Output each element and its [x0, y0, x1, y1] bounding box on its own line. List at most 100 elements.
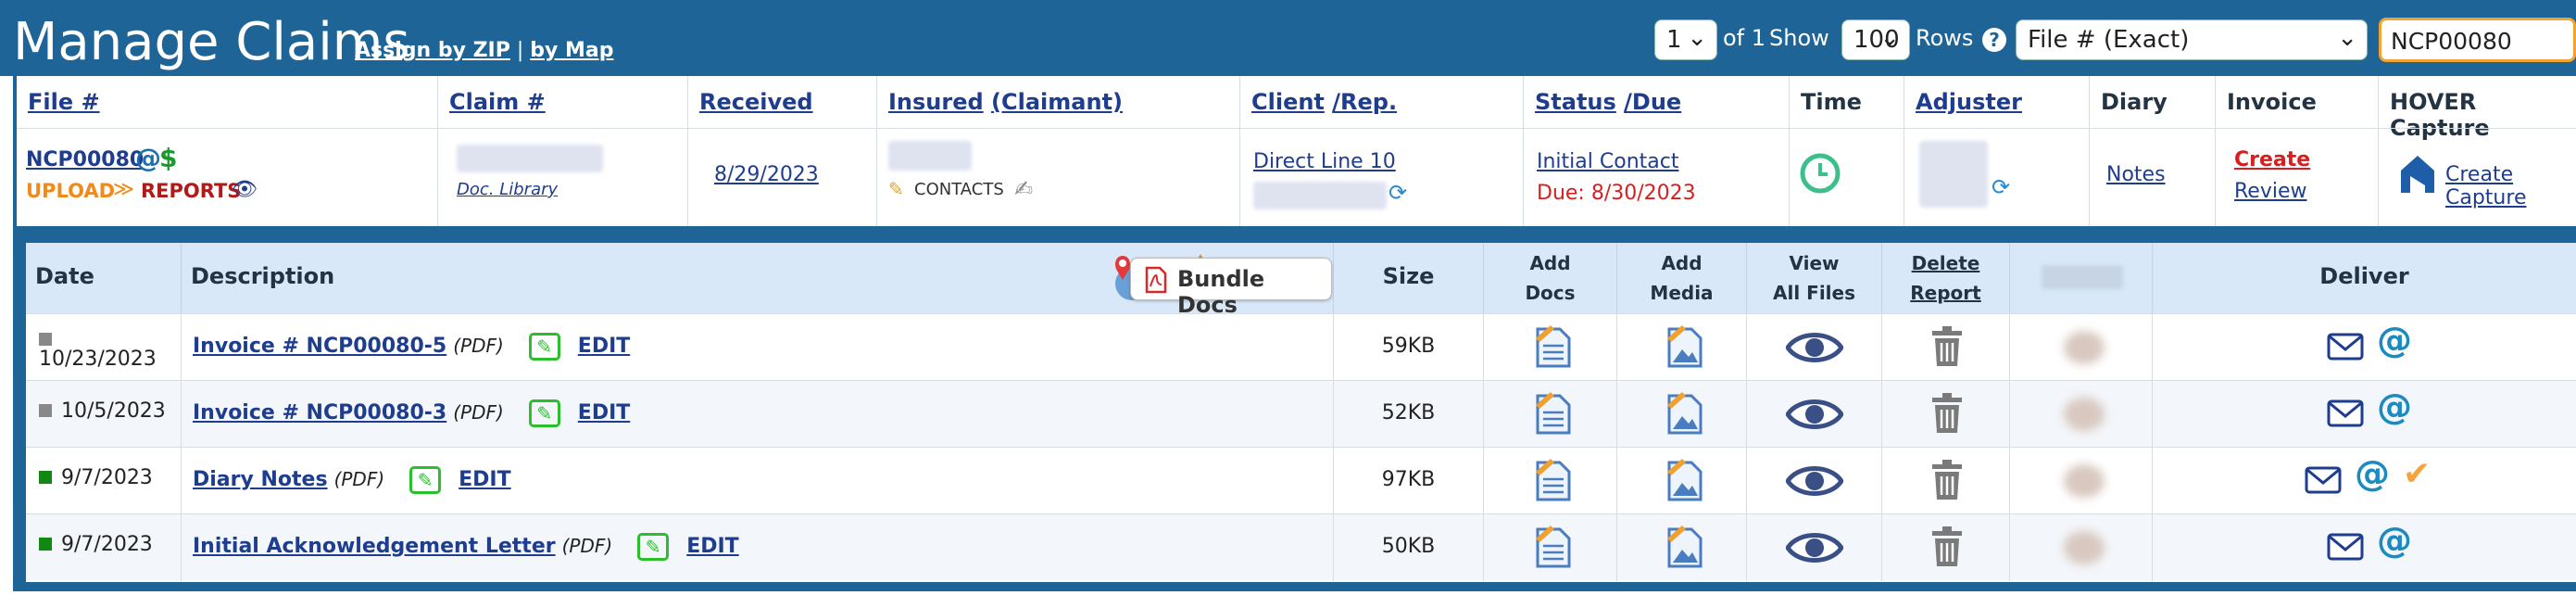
client-link[interactable]: Direct Line 10	[1253, 150, 1396, 173]
edit-icon[interactable]: ✎	[528, 399, 560, 427]
search-mode-select[interactable]: File # (Exact) ⌄	[2016, 19, 2368, 60]
trash-icon[interactable]	[1930, 392, 1964, 435]
delete-line1: Delete	[1911, 252, 1980, 274]
col-insured[interactable]: Insured (Claimant)	[877, 76, 1240, 128]
email-envelope-icon[interactable]	[2327, 533, 2364, 561]
col-claim[interactable]: Claim #	[438, 76, 688, 128]
file-number-link[interactable]: NCP00080	[26, 148, 144, 171]
pencil-icon[interactable]: ✎	[888, 178, 904, 200]
col-status-link[interactable]: Status	[1535, 89, 1616, 115]
claims-table: File # Claim # Received Insured (Claiman…	[13, 76, 2576, 226]
delete-cell	[1882, 514, 2010, 581]
edit-icon[interactable]: ✎	[528, 333, 560, 361]
eye-slash-icon[interactable]: 👁	[232, 178, 258, 201]
eye-icon[interactable]	[1786, 329, 1843, 366]
client-cell: Direct Line 10 ⟳	[1240, 128, 1524, 226]
col-received-link[interactable]: Received	[699, 89, 813, 115]
email-envelope-icon[interactable]	[2327, 399, 2364, 427]
doc-library-link[interactable]: Doc. Library	[457, 180, 558, 199]
col-client-link[interactable]: Client	[1251, 89, 1325, 115]
upload-link[interactable]: UPLOAD	[26, 180, 115, 202]
assign-by-zip-link[interactable]: Assign by ZIP	[355, 39, 510, 62]
diary-notes-link[interactable]: Notes	[2106, 163, 2166, 186]
email-at-icon[interactable]: @	[2377, 520, 2412, 561]
edit-icon[interactable]: ✎	[637, 533, 670, 561]
status-link[interactable]: Initial Contact	[1537, 150, 1678, 173]
doc-link[interactable]: Invoice # NCP00080-3	[193, 401, 446, 424]
contacts-link[interactable]: CONTACTS	[914, 180, 1004, 199]
edit-link[interactable]: EDIT	[578, 401, 630, 424]
add-media-icon[interactable]	[1664, 457, 1704, 503]
bundle-docs-label: Bundle Docs	[1177, 266, 1265, 318]
eye-icon[interactable]	[1786, 529, 1843, 566]
eye-icon[interactable]	[1786, 462, 1843, 500]
add-media-line1: Add	[1661, 252, 1703, 274]
col-claim-link[interactable]: Claim #	[449, 89, 546, 115]
email-envelope-icon[interactable]	[2305, 466, 2342, 494]
trash-icon[interactable]	[1930, 459, 1964, 501]
col-adjuster-link[interactable]: Adjuster	[1916, 89, 2022, 115]
doc-link[interactable]: Diary Notes	[193, 468, 328, 491]
col-due-link[interactable]: /Due	[1624, 89, 1681, 115]
search-input[interactable]: NCP00080	[2379, 18, 2576, 62]
docs-col-delete[interactable]: Delete Report	[1882, 243, 2010, 313]
email-at-icon[interactable]: @	[2377, 386, 2412, 427]
email-at-icon[interactable]: @	[135, 143, 161, 173]
col-status[interactable]: Status /Due	[1524, 76, 1790, 128]
add-docs-cell	[1484, 514, 1617, 581]
page-select-value: 1	[1666, 26, 1682, 54]
edit-link[interactable]: EDIT	[578, 335, 630, 358]
by-map-link[interactable]: by Map	[530, 39, 613, 62]
email-at-icon[interactable]: @	[2377, 320, 2412, 361]
invoice-create-link[interactable]: Create	[2234, 148, 2310, 171]
eye-icon[interactable]	[1786, 396, 1843, 433]
help-icon[interactable]: ?	[1982, 28, 2006, 52]
bundle-docs-button[interactable]: Bundle Docs	[1130, 258, 1332, 318]
doc-link[interactable]: Invoice # NCP00080-5	[193, 335, 446, 358]
contacts-edit-icon[interactable]: ✍	[1014, 176, 1033, 202]
col-file[interactable]: File #	[17, 76, 438, 128]
col-received[interactable]: Received	[688, 76, 877, 128]
hover-house-icon[interactable]	[2397, 152, 2438, 195]
add-media-icon[interactable]	[1664, 390, 1704, 437]
invoice-review-link[interactable]: Review	[2234, 180, 2307, 203]
reports-link[interactable]: REPORTS	[141, 180, 241, 202]
add-docs-line1: Add	[1529, 252, 1571, 274]
view-line2: All Files	[1773, 282, 1855, 304]
col-client[interactable]: Client /Rep.	[1240, 76, 1524, 128]
add-media-icon[interactable]	[1664, 524, 1704, 570]
page-select[interactable]: 1 ⌄	[1654, 19, 1717, 60]
file-cell: NCP00080 @ $ UPLOAD ≫ REPORTS 👁	[17, 128, 438, 226]
doc-link[interactable]: Initial Acknowledgement Letter	[193, 535, 556, 558]
add-media-icon[interactable]	[1664, 323, 1704, 370]
email-envelope-icon[interactable]	[2327, 333, 2364, 361]
trash-icon[interactable]	[1930, 325, 1964, 368]
add-document-icon[interactable]	[1532, 390, 1573, 437]
doc-description-cell: Invoice # NCP00080-3 (PDF) ✎ EDIT	[182, 381, 1334, 448]
create-capture-link[interactable]: Create Capture	[2445, 163, 2576, 209]
add-docs-cell	[1484, 448, 1617, 514]
trash-icon[interactable]	[1930, 526, 1964, 568]
document-row: 9/7/2023 Diary Notes (PDF) ✎ EDIT 97KB @…	[26, 447, 2576, 514]
refresh-icon[interactable]: ⟳	[1389, 180, 1407, 206]
dollar-icon[interactable]: $	[159, 143, 177, 173]
col-adjuster[interactable]: Adjuster	[1904, 76, 2090, 128]
refresh-icon[interactable]: ⟳	[1992, 174, 2010, 200]
col-claimant-link[interactable]: (Claimant)	[991, 89, 1123, 115]
received-date-link[interactable]: 8/29/2023	[714, 163, 819, 186]
add-document-icon[interactable]	[1532, 323, 1573, 370]
col-insured-link[interactable]: Insured	[888, 89, 984, 115]
clock-icon[interactable]	[1799, 152, 1841, 195]
email-at-icon[interactable]: @	[2355, 453, 2390, 494]
add-media-line2: Media	[1650, 282, 1714, 304]
col-rep-link[interactable]: /Rep.	[1332, 89, 1397, 115]
rows-select[interactable]: 100 ⌄	[1841, 19, 1910, 60]
edit-link[interactable]: EDIT	[686, 535, 738, 558]
edit-icon[interactable]: ✎	[409, 466, 442, 494]
add-document-icon[interactable]	[1532, 457, 1573, 503]
col-file-link[interactable]: File #	[28, 89, 100, 115]
doc-description-cell: Initial Acknowledgement Letter (PDF) ✎ E…	[182, 514, 1334, 581]
edit-link[interactable]: EDIT	[459, 468, 510, 491]
redacted-cell	[2010, 514, 2153, 581]
add-document-icon[interactable]	[1532, 524, 1573, 570]
